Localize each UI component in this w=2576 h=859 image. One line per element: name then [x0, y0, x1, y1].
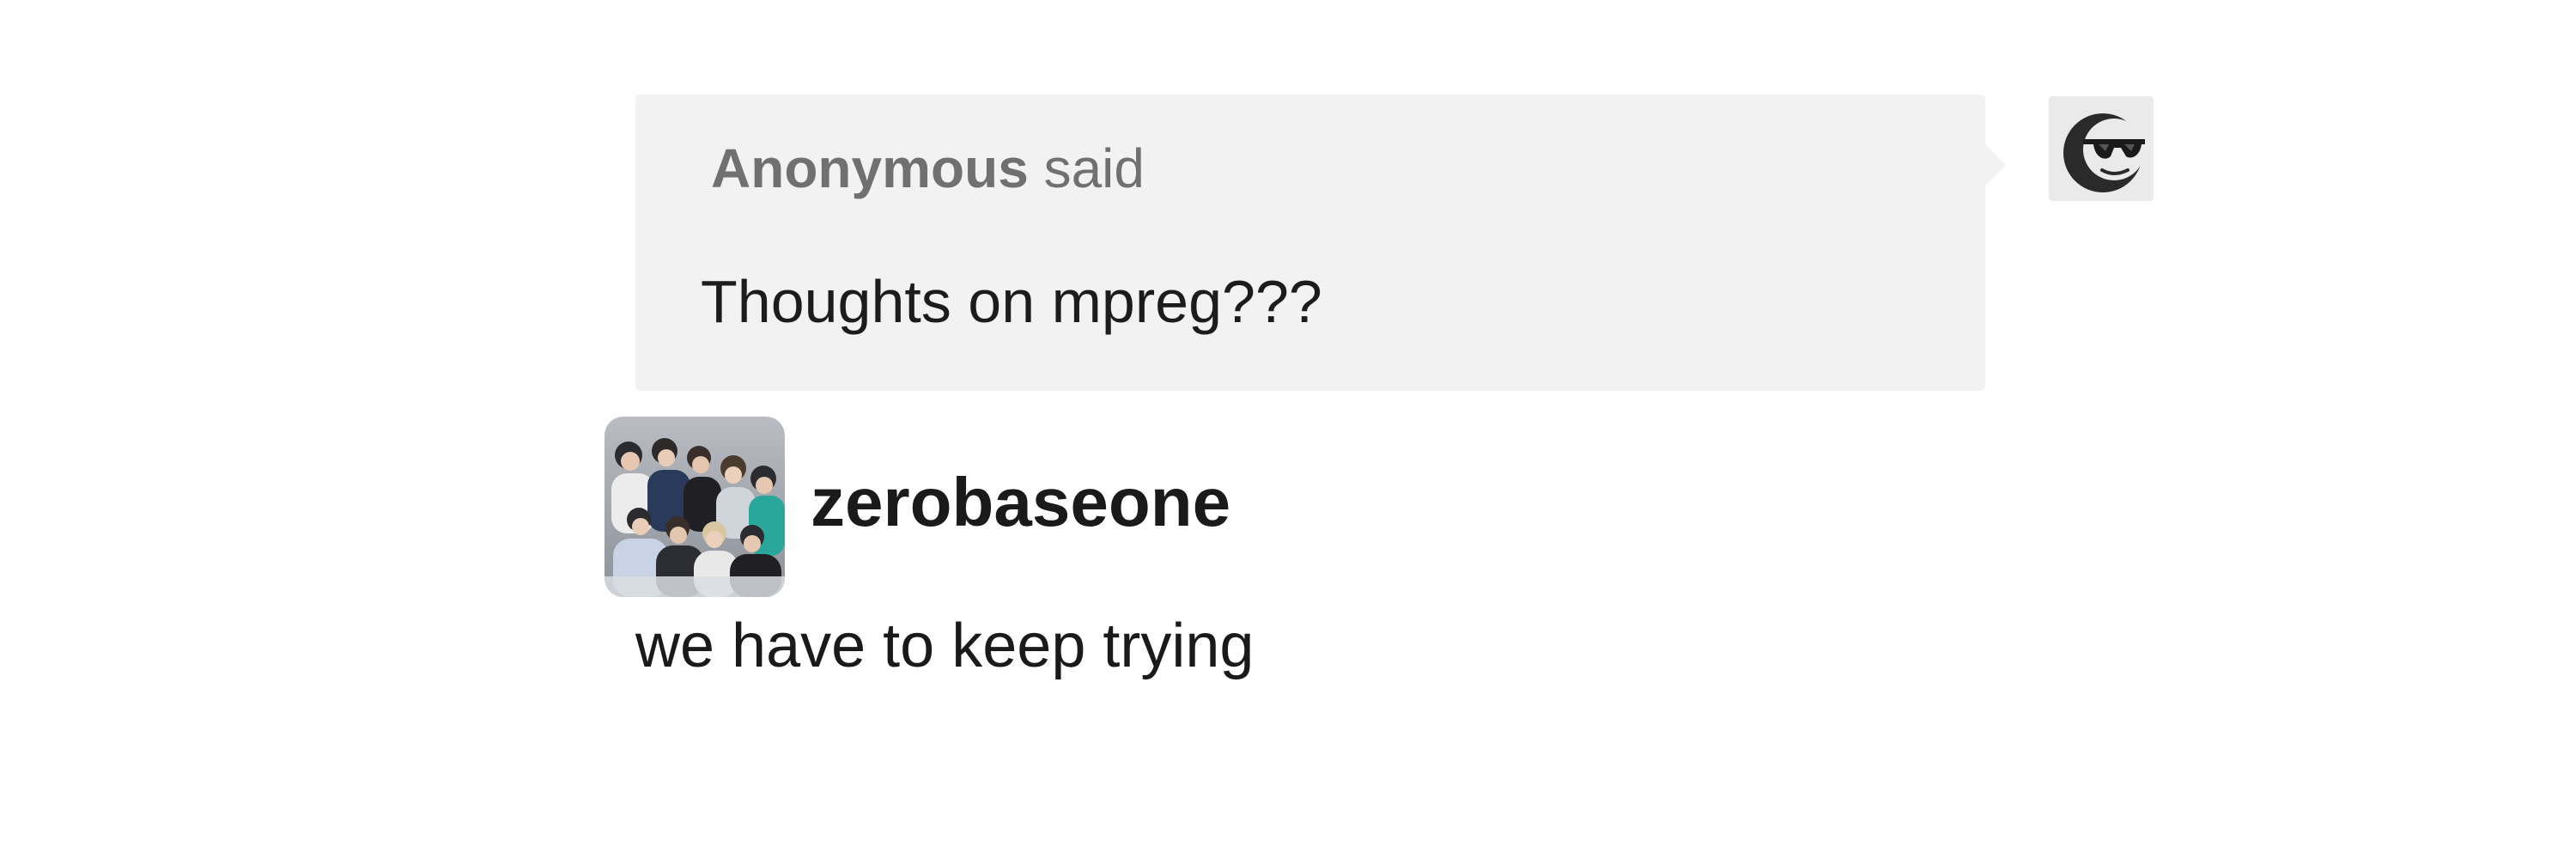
- answerer-avatar[interactable]: [605, 417, 785, 597]
- question-text: Thoughts on mpreg???: [701, 268, 1322, 335]
- ask-bubble: Anonymous said Thoughts on mpreg???: [635, 94, 2006, 391]
- asker-name: Anonymous: [711, 137, 1029, 199]
- answer-text: we have to keep trying: [635, 612, 1255, 680]
- anonymous-avatar: [2049, 96, 2154, 201]
- anonymous-sunglasses-icon: [2063, 113, 2145, 192]
- said-label: said: [1043, 137, 1145, 199]
- asker-line: Anonymous said: [711, 141, 1145, 196]
- group-photo-avatar: [605, 417, 785, 597]
- answerer-blog-name[interactable]: zerobaseone: [811, 468, 1230, 537]
